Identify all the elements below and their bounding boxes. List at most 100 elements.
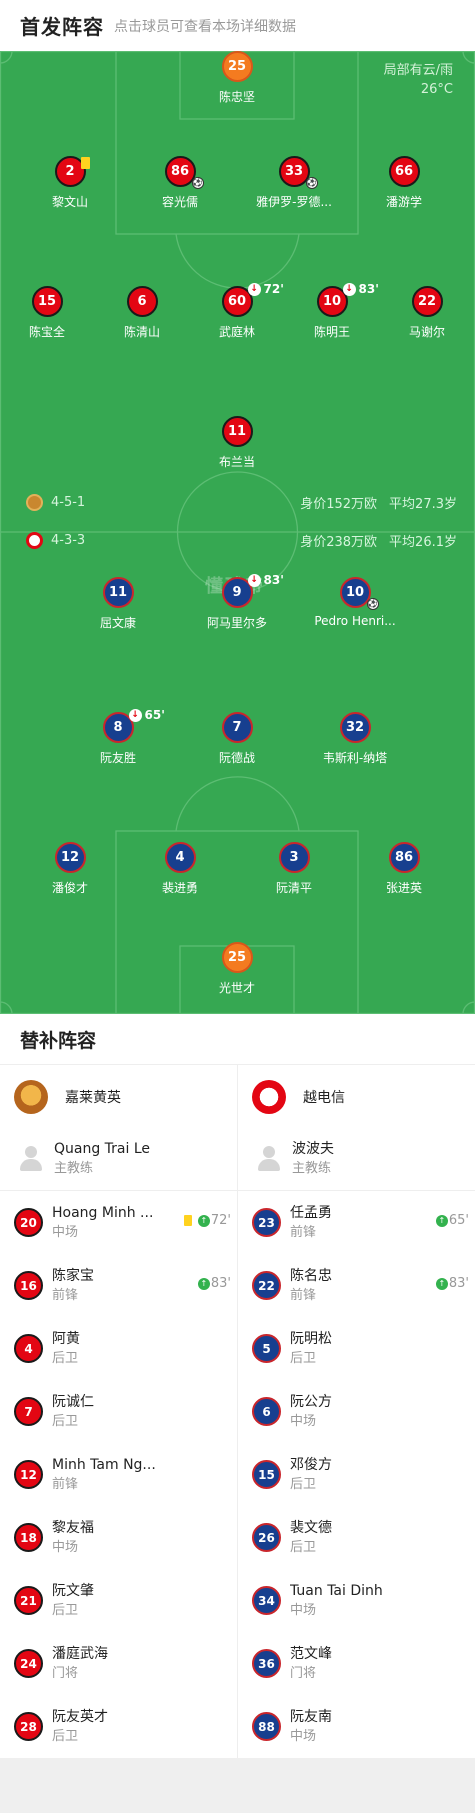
goal-ball-icon: ⚽ [191, 177, 204, 189]
sub-in-icon: ↑ [197, 1277, 210, 1290]
home-avg-age: 平均27.3岁 [389, 496, 457, 512]
shirt-number-label: 7 [232, 720, 242, 735]
sub-player-row[interactable]: 22 陈名忠 前锋 ↑ 83' [238, 1254, 475, 1317]
shirt-number-label: 11 [227, 424, 247, 439]
home-coach[interactable]: Quang Trai Le 主教练 [0, 1128, 237, 1191]
sub-player-position: 门将 [52, 1665, 79, 1681]
away-avg-age: 平均26.1岁 [389, 534, 457, 550]
sub-player-name: 阮文肇 [52, 1582, 94, 1599]
shirt-number: 2 [54, 156, 90, 187]
sub-player-name: Tuan Tai Dinh [290, 1582, 383, 1599]
sub-player-position: 前锋 [52, 1476, 79, 1492]
sub-player-row[interactable]: 28 阮友英才 后卫 [0, 1695, 237, 1758]
player-home-9[interactable]: 22 马谢尔 [362, 286, 475, 340]
away-market-value: 身价238万欧 [300, 534, 378, 550]
sub-in-icon: ↑ [435, 1277, 448, 1290]
shirt-number-label: 10 [322, 294, 342, 309]
sub-player-name: 邓俊方 [290, 1456, 332, 1473]
sub-player-row[interactable]: 88 阮友南 中场 [238, 1695, 475, 1758]
player-away-5[interactable]: 7 阮德战 [172, 712, 302, 766]
sub-player-name: Hoang Minh ... [52, 1204, 154, 1221]
coach-name: Quang Trai Le [54, 1141, 151, 1157]
sub-player-position: 前锋 [290, 1224, 317, 1240]
shirt-number: 8 ↓ 65' [102, 708, 165, 743]
shirt-number: 3 [278, 842, 310, 873]
shirt-number: 22 [411, 286, 443, 317]
sub-player-row[interactable]: 26 裴文德 后卫 [238, 1506, 475, 1569]
player-away-2[interactable]: 9 ↓ 83' 阿马里尔多 [172, 573, 302, 631]
sub-player-position: 后卫 [52, 1413, 79, 1429]
coach-name: 波波夫 [292, 1141, 334, 1157]
weather-temperature: 26°C [420, 82, 453, 97]
sub-out-icon: ↓ [128, 708, 142, 722]
sub-player-position: 后卫 [290, 1476, 317, 1492]
sub-player-position: 后卫 [52, 1350, 79, 1366]
player-home-gk[interactable]: 25 陈忠坚 [172, 51, 302, 105]
sub-minute: 72' [210, 1213, 231, 1228]
sub-player-row[interactable]: 24 潘庭武海 门将 [0, 1632, 237, 1695]
player-away-6[interactable]: 32 韦斯利-纳塔 [290, 712, 420, 766]
player-home-10[interactable]: 11 布兰当 [172, 416, 302, 470]
sub-player-row[interactable]: 23 任孟勇 前锋 ↑ 65' [238, 1191, 475, 1254]
sub-player-row[interactable]: 21 阮文肇 后卫 [0, 1569, 237, 1632]
sub-player-row[interactable]: 15 邓俊方 后卫 [238, 1443, 475, 1506]
home-subs-column: 嘉莱黄英 Quang Trai Le 主教练 20 Hoang Minh ... 中… [0, 1065, 237, 1758]
lineup-title: 首发阵容 [20, 15, 104, 39]
shirt-number: 4 [164, 842, 196, 873]
player-name: 裴进勇 [161, 881, 198, 895]
sub-player-row[interactable]: 12 Minh Tam Ng... 前锋 [0, 1443, 237, 1506]
player-away-1[interactable]: 11 屈文康 [53, 577, 183, 631]
shirt-number-label: 9 [232, 585, 242, 600]
sub-player-row[interactable]: 36 范文峰 门将 [238, 1632, 475, 1695]
sub-minute: 65' [448, 1213, 469, 1228]
away-team-header[interactable]: 越电信 [238, 1065, 475, 1128]
player-name: 阮德战 [218, 751, 255, 765]
sub-player-name: 阮公方 [290, 1393, 332, 1410]
sub-player-position: 后卫 [52, 1728, 79, 1744]
home-team-header[interactable]: 嘉莱黄英 [0, 1065, 237, 1128]
lineup-header: 首发阵容 点击球员可查看本场详细数据 [0, 0, 475, 51]
player-home-2[interactable]: 86 ⚽ 容光儒 [115, 156, 245, 210]
player-away-10[interactable]: 86 张进英 [339, 842, 469, 896]
player-away-8[interactable]: 4 裴进勇 [115, 842, 245, 896]
sub-player-name: 阮友南 [290, 1708, 332, 1725]
sub-player-name: 陈名忠 [290, 1267, 332, 1284]
yellow-card-icon [80, 157, 90, 169]
shirt-number: 86 [388, 842, 420, 873]
shirt-number: 86 ⚽ [164, 156, 204, 189]
sub-player-row[interactable]: 6 阮公方 中场 [238, 1380, 475, 1443]
sub-player-row[interactable]: 4 阿黄 后卫 [0, 1317, 237, 1380]
substitutes-section: 替补阵容 嘉莱黄英 Quang Trai Le 主教练 20 Hoang Minh… [0, 1014, 475, 1758]
sub-player-row[interactable]: 5 阮明松 后卫 [238, 1317, 475, 1380]
player-away-4[interactable]: 8 ↓ 65' 阮友胜 [53, 708, 183, 766]
player-away-3[interactable]: 10 ⚽ Pedro Henri... [290, 577, 420, 628]
sub-out-icon: ↓ [342, 282, 356, 296]
player-home-4[interactable]: 66 潘游学 [339, 156, 469, 210]
sub-player-row[interactable]: 20 Hoang Minh ... 中场 ↑ 72' [0, 1191, 237, 1254]
sub-player-row[interactable]: 7 阮诚仁 后卫 [0, 1380, 237, 1443]
shirt-number: 16 [14, 1271, 43, 1300]
sub-player-row[interactable]: 18 黎友福 中场 [0, 1506, 237, 1569]
sub-out-icon: ↓ [247, 573, 261, 587]
shirt-number: 26 [252, 1523, 281, 1552]
away-team-logo-icon [252, 1079, 286, 1114]
sub-player-name: 阮诚仁 [52, 1393, 94, 1410]
shirt-number: 23 [252, 1208, 281, 1237]
shirt-number: 10 ⚽ [339, 577, 379, 610]
sub-player-name: 任孟勇 [290, 1204, 332, 1221]
sub-player-row[interactable]: 34 Tuan Tai Dinh 中场 [238, 1569, 475, 1632]
shirt-number-label: 15 [37, 294, 57, 309]
away-formation-row: 4-3-3 身价238万欧 平均26.1岁 [26, 530, 457, 550]
away-coach[interactable]: 波波夫 主教练 [238, 1128, 475, 1191]
sub-player-name: 阿黄 [52, 1330, 80, 1347]
substitutes-title: 替补阵容 [0, 1014, 475, 1065]
player-away-gk[interactable]: 25 光世才 [172, 942, 302, 996]
player-name: 潘游学 [385, 195, 422, 209]
shirt-number-label: 3 [289, 850, 299, 865]
sub-player-position: 中场 [290, 1728, 317, 1744]
sub-player-row[interactable]: 16 陈家宝 前锋 ↑ 83' [0, 1254, 237, 1317]
sub-player-name: 陈家宝 [52, 1267, 94, 1284]
shirt-number-label: 25 [227, 59, 247, 74]
weather-condition: 局部有云/雨 [383, 63, 453, 78]
away-crest-icon [26, 531, 43, 549]
